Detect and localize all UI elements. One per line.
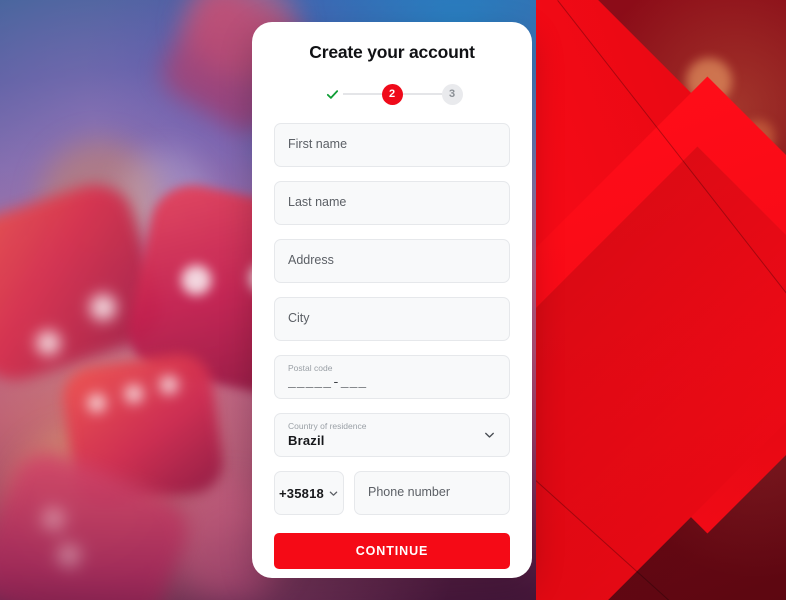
- first-name-placeholder: First name: [288, 137, 348, 152]
- last-name-field[interactable]: Last name: [274, 181, 510, 225]
- dice-pip: [158, 374, 180, 396]
- step-indicator-2[interactable]: 2: [381, 83, 403, 105]
- city-placeholder: City: [288, 311, 310, 326]
- phone-number-placeholder: Phone number: [368, 485, 451, 500]
- dice-pip: [86, 290, 120, 324]
- stepper-connector: [342, 93, 382, 95]
- postal-code-mask: _____-___: [288, 375, 368, 391]
- chevron-down-icon: [483, 429, 496, 442]
- address-field[interactable]: Address: [274, 239, 510, 283]
- chevron-down-icon: [328, 488, 339, 499]
- continue-button[interactable]: CONTINUE: [274, 533, 510, 569]
- dice-pip: [86, 393, 107, 414]
- page-title: Create your account: [309, 42, 475, 62]
- screen: Create your account 2 3 First name Last …: [0, 0, 786, 600]
- check-icon: [326, 89, 338, 99]
- step-indicator-1[interactable]: [322, 84, 343, 105]
- country-label: Country of residence: [288, 420, 367, 431]
- dice-pip: [33, 327, 64, 359]
- city-field[interactable]: City: [274, 297, 510, 341]
- step-indicator-3[interactable]: 3: [441, 83, 463, 105]
- country-code-select[interactable]: +35818: [274, 471, 344, 515]
- postal-code-field[interactable]: Postal code _____-___: [274, 355, 510, 399]
- address-placeholder: Address: [288, 253, 334, 268]
- signup-card: Create your account 2 3 First name Last …: [252, 22, 532, 578]
- postal-code-label: Postal code: [288, 362, 333, 373]
- phone-number-field[interactable]: Phone number: [354, 471, 510, 515]
- country-code-value: +35818: [279, 485, 324, 501]
- dice-pip: [123, 383, 145, 405]
- last-name-placeholder: Last name: [288, 195, 347, 210]
- country-value: Brazil: [288, 433, 325, 449]
- dice-pip: [43, 508, 64, 530]
- dice-pip: [178, 262, 215, 298]
- country-select[interactable]: Country of residence Brazil: [274, 413, 510, 457]
- dice-pip: [58, 544, 80, 566]
- phone-row: +35818 Phone number: [274, 471, 510, 515]
- red-chevron-panel: [536, 0, 786, 600]
- first-name-field[interactable]: First name: [274, 123, 510, 167]
- stepper: 2 3: [274, 83, 510, 105]
- stepper-connector: [402, 93, 442, 95]
